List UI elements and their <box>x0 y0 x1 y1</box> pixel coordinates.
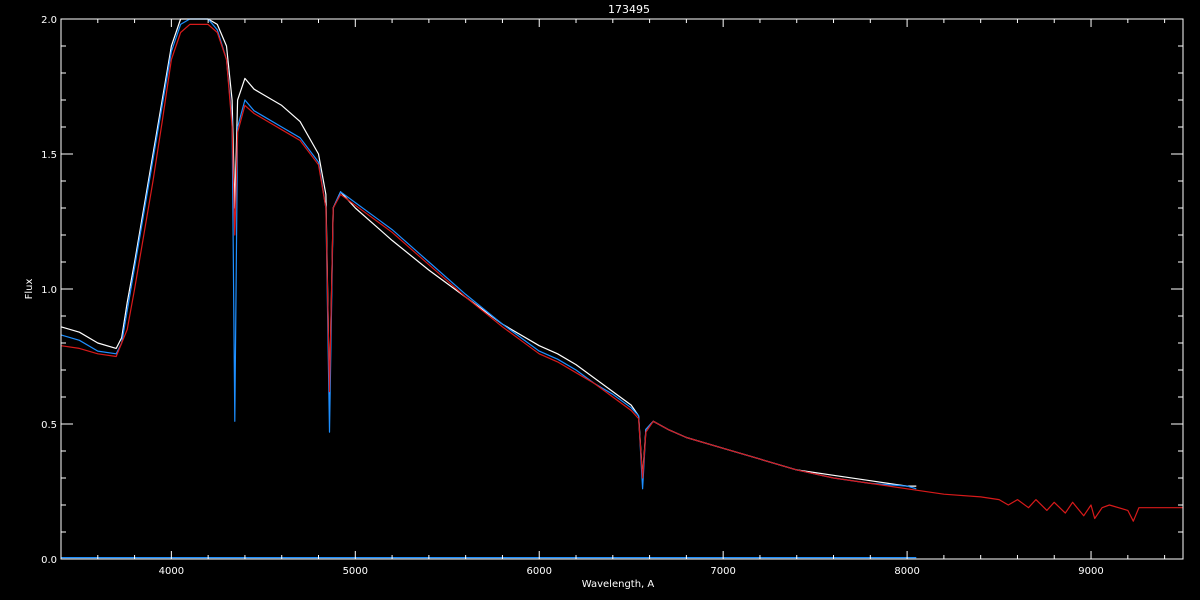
spectrum-chart: 173495 Wavelength, A Flux 4000 5000 6000 70… <box>0 0 1200 600</box>
chart-title: 173495 <box>608 3 650 16</box>
x-tick-label: 7000 <box>710 566 735 577</box>
y-tick-label: 0.0 <box>41 555 57 566</box>
x-tick-label: 5000 <box>343 566 368 577</box>
x-tick-label: 6000 <box>527 566 552 577</box>
y-tick-label: 0.5 <box>41 420 57 431</box>
x-axis-label: Wavelength, A <box>582 579 655 590</box>
x-tick-label: 9000 <box>1078 566 1103 577</box>
y-axis-label: Flux <box>24 279 35 300</box>
chart-background <box>0 0 1200 600</box>
x-tick-label: 4000 <box>159 566 184 577</box>
y-tick-label: 1.0 <box>41 285 57 296</box>
y-tick-label: 2.0 <box>41 15 57 26</box>
y-tick-label: 1.5 <box>41 150 57 161</box>
x-tick-label: 8000 <box>894 566 919 577</box>
